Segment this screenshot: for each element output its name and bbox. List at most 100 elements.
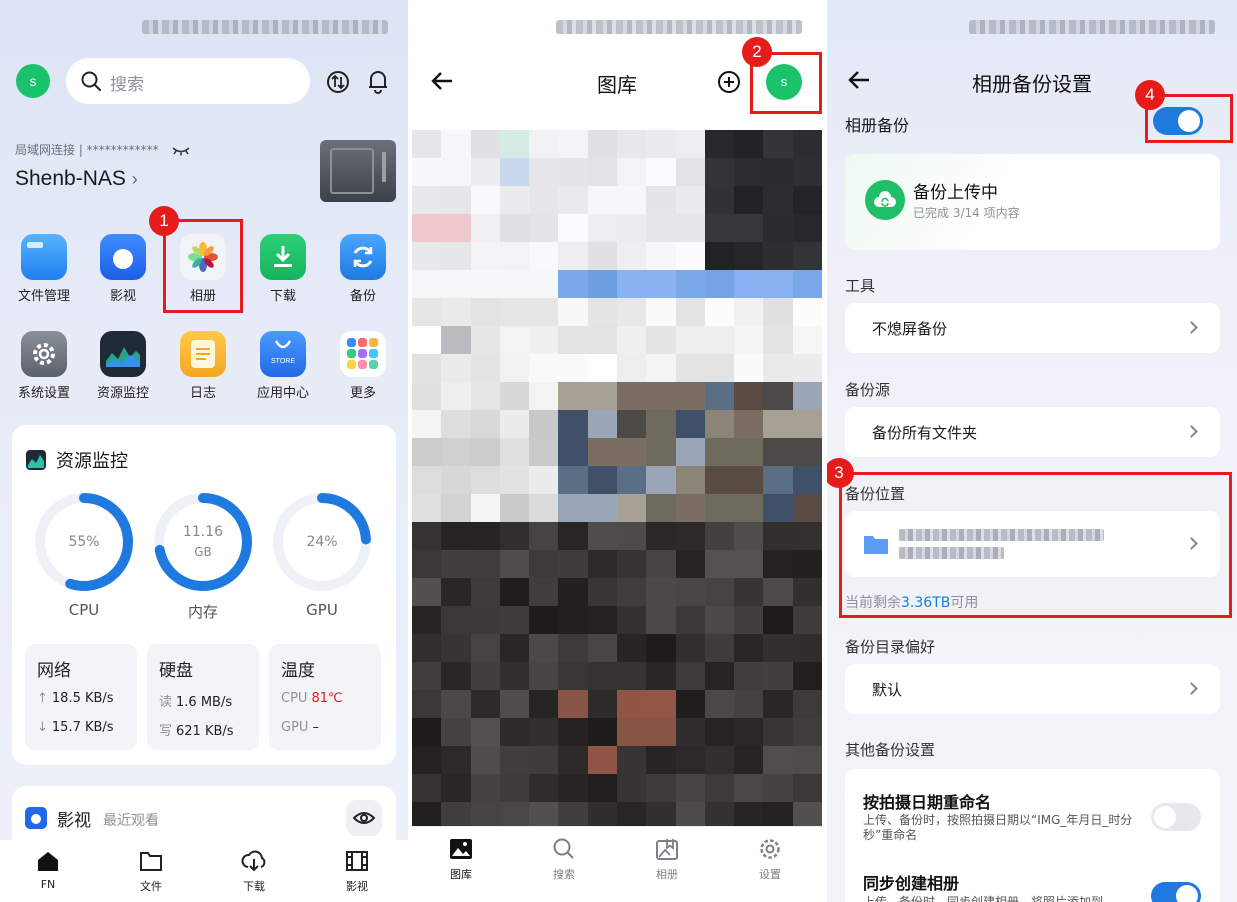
disk-stat: 硬盘 读 1.6 MB/s 写 621 KB/s (147, 644, 259, 750)
photo-tile (529, 578, 559, 607)
app-download[interactable]: 下载 (243, 234, 323, 304)
add-icon[interactable] (717, 70, 741, 94)
photo-tile (734, 522, 764, 551)
search-bar[interactable]: 搜索 (66, 58, 310, 104)
photo-tile (412, 718, 442, 747)
app-log[interactable]: 日志 (163, 331, 243, 401)
nas-device-image (320, 140, 396, 202)
photo-tile (441, 550, 472, 579)
photo-tile (763, 158, 794, 187)
photo-tile (675, 550, 706, 579)
status-bar (556, 20, 802, 34)
photo-tile (734, 466, 764, 495)
photo-tile (704, 746, 735, 775)
photo-tile (499, 242, 530, 271)
photo-tile (734, 158, 764, 187)
transfer-icon[interactable] (326, 70, 350, 94)
app-store[interactable]: STORE 应用中心 (243, 331, 323, 401)
photo-tile (704, 158, 735, 187)
photo-tile (792, 326, 822, 355)
tab-gallery[interactable]: 图库 (431, 838, 491, 882)
photo-tile (499, 382, 530, 411)
photo-tile (558, 410, 589, 439)
app-backup[interactable]: 备份 (323, 234, 403, 304)
photo-tile (617, 410, 647, 439)
backup-source-row[interactable]: 备份所有文件夹 (845, 407, 1220, 457)
photo-grid[interactable] (412, 130, 822, 831)
photo-tile (441, 186, 472, 215)
photo-tile (529, 410, 559, 439)
photo-tile (499, 550, 530, 579)
photo-tile (675, 718, 706, 747)
photo-tile (441, 270, 472, 299)
app-resource-monitor[interactable]: 资源监控 (83, 331, 163, 401)
tab-video[interactable]: 影视 (322, 850, 392, 894)
photo-tile (617, 606, 647, 635)
sync-album-toggle[interactable] (1151, 882, 1201, 902)
tab-search[interactable]: 搜索 (534, 838, 594, 882)
photo-tile (529, 326, 559, 355)
photo-tile (441, 634, 472, 663)
photo-tile (470, 354, 501, 383)
app-more[interactable]: 更多 (323, 331, 403, 401)
photo-tile (412, 158, 442, 187)
user-avatar[interactable]: s (16, 64, 50, 98)
bell-icon[interactable] (366, 68, 390, 94)
photo-tile (675, 774, 706, 803)
photo-tile (470, 466, 501, 495)
photo-tile (470, 746, 501, 775)
tab-album[interactable]: 相册 (637, 838, 697, 882)
photo-tile (734, 130, 764, 159)
photo-tile (470, 130, 501, 159)
photo-tile (792, 634, 822, 663)
photo-tile (792, 242, 822, 271)
photo-tile (763, 494, 794, 523)
photo-tile (646, 270, 677, 299)
photo-tile (558, 438, 589, 467)
search-icon (553, 838, 574, 859)
tab-download[interactable]: 下载 (219, 850, 289, 894)
app-system-settings[interactable]: 系统设置 (4, 331, 84, 401)
photo-tile (412, 550, 442, 579)
tab-files[interactable]: 文件 (116, 850, 186, 894)
photo-tile (792, 466, 822, 495)
arrow-down-icon: ↓ (37, 720, 48, 735)
photo-tile (587, 494, 618, 523)
directory-preference-row[interactable]: 默认 (845, 664, 1220, 714)
rename-toggle[interactable] (1151, 803, 1201, 831)
photo-tile (763, 550, 794, 579)
photo-tile (734, 718, 764, 747)
photo-tile (792, 354, 822, 383)
photo-tile (558, 718, 589, 747)
eye-icon[interactable] (346, 800, 382, 836)
photo-tile (675, 186, 706, 215)
photo-tile (763, 690, 794, 719)
photo-tile (587, 438, 618, 467)
photo-tile (792, 522, 822, 551)
photo-tile (734, 494, 764, 523)
photo-tile (499, 214, 530, 243)
photo-tile (412, 662, 442, 691)
store-icon: STORE (260, 331, 306, 377)
photo-tile (558, 270, 589, 299)
keep-screen-on-row[interactable]: 不熄屏备份 (845, 303, 1220, 353)
photo-tile (617, 746, 647, 775)
photo-tile (617, 466, 647, 495)
annotation-box-3 (839, 472, 1232, 618)
photo-tile (587, 634, 618, 663)
tab-fn[interactable]: FN (13, 850, 83, 891)
app-video[interactable]: 影视 (83, 234, 163, 304)
photo-tile (499, 130, 530, 159)
search-icon (81, 71, 101, 91)
photo-tile (792, 130, 822, 159)
eye-closed-icon[interactable] (171, 145, 191, 157)
tab-settings[interactable]: 设置 (740, 838, 800, 882)
photo-tile (675, 578, 706, 607)
photo-tile (529, 298, 559, 327)
app-file-manager[interactable]: 文件管理 (4, 234, 84, 304)
device-name[interactable]: Shenb-NAS › (15, 167, 138, 191)
photo-tile (704, 298, 735, 327)
photo-tile (412, 298, 442, 327)
photo-tile (675, 158, 706, 187)
photo-tile (412, 130, 442, 159)
